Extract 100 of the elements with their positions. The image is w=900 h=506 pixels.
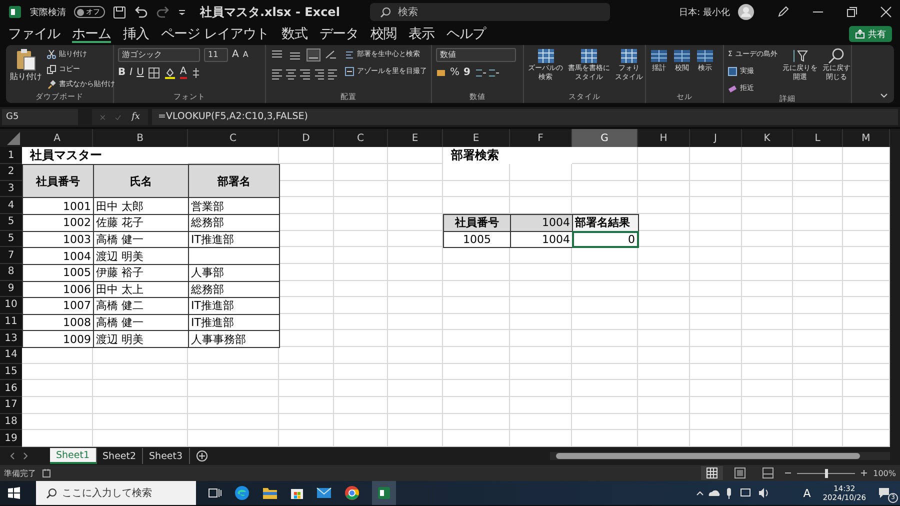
taskbar-search-field[interactable]: ここに入力して検索	[36, 481, 196, 505]
close-icon[interactable]	[880, 6, 892, 18]
empty-cell[interactable]	[443, 297, 510, 314]
italic-button[interactable]: I	[130, 67, 133, 79]
empty-cell[interactable]	[690, 280, 742, 298]
row-header[interactable]: 15	[0, 364, 22, 380]
start-icon[interactable]	[8, 487, 20, 499]
empty-cell[interactable]	[93, 414, 188, 430]
empty-cell[interactable]	[572, 330, 638, 348]
redo-icon[interactable]	[156, 6, 170, 18]
empty-cell[interactable]	[443, 347, 510, 364]
empty-cell[interactable]	[843, 214, 890, 231]
empty-cell[interactable]	[638, 414, 690, 430]
empty-cell[interactable]	[690, 397, 742, 414]
empty-cell[interactable]	[334, 380, 388, 398]
empty-cell[interactable]	[443, 280, 510, 298]
empty-cell[interactable]	[572, 180, 638, 198]
border-icon[interactable]	[148, 67, 160, 79]
empty-cell[interactable]	[793, 264, 843, 281]
empty-cell[interactable]	[742, 364, 793, 380]
empty-cell[interactable]	[188, 397, 279, 414]
empty-cell[interactable]	[334, 314, 388, 330]
column-header[interactable]: M	[843, 129, 890, 147]
row-header[interactable]: 9	[0, 280, 22, 298]
empty-cell[interactable]	[510, 247, 572, 264]
empty-cell[interactable]	[793, 247, 843, 264]
menu-tab[interactable]: ヘルプ	[446, 25, 486, 43]
empty-cell[interactable]	[690, 214, 742, 231]
empty-cell[interactable]	[742, 397, 793, 414]
browser-swirl-icon[interactable]	[234, 485, 250, 501]
collapse-ribbon-icon[interactable]	[880, 93, 888, 99]
empty-cell[interactable]	[638, 247, 690, 264]
empty-cell[interactable]	[279, 364, 334, 380]
empty-cell[interactable]	[843, 147, 890, 164]
empty-cell[interactable]	[443, 180, 510, 198]
font-size-field[interactable]: 11	[204, 48, 228, 62]
cancel-icon[interactable]	[100, 112, 106, 122]
empty-cell[interactable]	[388, 380, 443, 398]
empty-cell[interactable]	[690, 264, 742, 281]
empty-cell[interactable]	[638, 314, 690, 330]
empty-cell[interactable]	[388, 397, 443, 414]
empty-cell[interactable]	[388, 180, 443, 198]
column-header[interactable]: B	[93, 129, 188, 147]
empty-cell[interactable]	[638, 347, 690, 364]
table-cell[interactable]: 部署検索	[449, 147, 599, 164]
empty-cell[interactable]	[510, 364, 572, 380]
column-header[interactable]: D	[279, 129, 334, 147]
comma-button[interactable]: 9	[464, 67, 470, 79]
undo-icon[interactable]	[134, 6, 148, 18]
add-sheet-icon[interactable]	[196, 450, 208, 462]
row-header[interactable]: 16	[0, 380, 22, 398]
menu-tab[interactable]: 表示	[408, 25, 434, 43]
table-cell[interactable]: 営業部	[188, 197, 280, 215]
empty-cell[interactable]	[572, 397, 638, 414]
empty-cell[interactable]	[334, 347, 388, 364]
insert-function-button[interactable]: fx	[132, 112, 140, 122]
number-format-field[interactable]: 数値	[436, 48, 516, 62]
normal-view-icon[interactable]	[701, 466, 724, 480]
paste-button[interactable]: 貼り付け	[10, 48, 42, 82]
table-cell[interactable]: 1009	[22, 330, 94, 348]
grow-font-button[interactable]: A	[232, 49, 239, 61]
check-icon[interactable]	[115, 112, 122, 122]
pen-icon[interactable]	[776, 5, 790, 19]
empty-cell[interactable]	[793, 147, 843, 164]
empty-cell[interactable]	[793, 397, 843, 414]
table-cell[interactable]: 社員マスター	[28, 147, 178, 164]
empty-cell[interactable]	[843, 297, 890, 314]
empty-cell[interactable]	[334, 147, 388, 164]
empty-cell[interactable]	[572, 164, 638, 181]
sheet-tab[interactable]: Sheet1	[50, 448, 97, 464]
empty-cell[interactable]	[443, 264, 510, 281]
empty-cell[interactable]	[742, 380, 793, 398]
horizontal-align-icons[interactable]	[270, 67, 340, 81]
table-cell[interactable]: 人事部	[188, 264, 280, 282]
empty-cell[interactable]	[572, 264, 638, 281]
empty-cell[interactable]	[188, 380, 279, 398]
row-header[interactable]: 14	[0, 347, 22, 364]
empty-cell[interactable]	[843, 197, 890, 214]
empty-cell[interactable]	[843, 414, 890, 430]
select-all-icon[interactable]	[0, 129, 22, 147]
empty-cell[interactable]	[388, 314, 443, 330]
empty-cell[interactable]	[334, 197, 388, 214]
empty-cell[interactable]	[443, 414, 510, 430]
empty-cell[interactable]	[572, 364, 638, 380]
empty-cell[interactable]	[843, 230, 890, 248]
empty-cell[interactable]	[510, 330, 572, 348]
empty-cell[interactable]	[279, 147, 334, 164]
empty-cell[interactable]	[279, 397, 334, 414]
empty-cell[interactable]	[279, 347, 334, 364]
empty-cell[interactable]	[510, 297, 572, 314]
accessibility-icon[interactable]	[42, 468, 51, 478]
row-header[interactable]: 4	[0, 197, 22, 214]
underline-button[interactable]: U	[136, 67, 144, 79]
column-header[interactable]: H	[638, 129, 690, 147]
empty-cell[interactable]	[638, 197, 690, 214]
empty-cell[interactable]	[742, 280, 793, 298]
empty-cell[interactable]	[793, 297, 843, 314]
empty-cell[interactable]	[388, 264, 443, 281]
shrink-font-button[interactable]: A	[242, 49, 248, 61]
empty-cell[interactable]	[510, 280, 572, 298]
